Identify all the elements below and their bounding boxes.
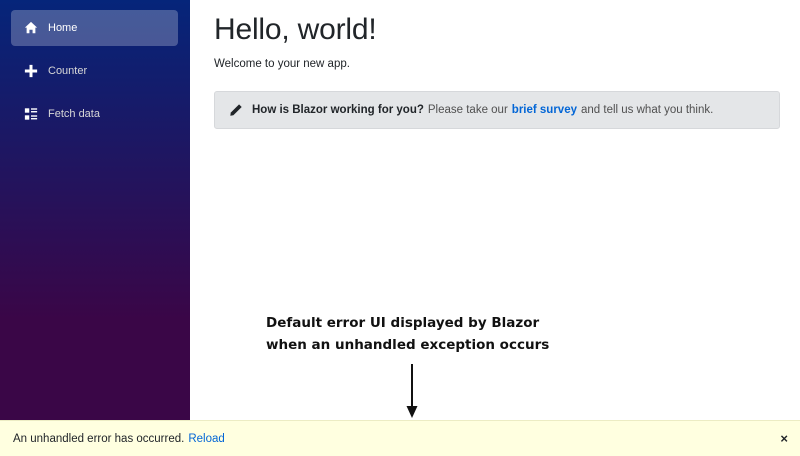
- survey-question: How is Blazor working for you?: [252, 104, 424, 116]
- sidebar-item-label: Counter: [48, 65, 88, 77]
- close-icon[interactable]: ×: [780, 431, 788, 446]
- sidebar-item-counter[interactable]: Counter: [11, 53, 178, 89]
- reload-link[interactable]: Reload: [188, 433, 224, 445]
- list-rich-icon: [24, 107, 38, 121]
- annotation-text: Default error UI displayed by Blazor whe…: [266, 312, 586, 356]
- error-ui-bar: An unhandled error has occurred. Reload …: [0, 420, 800, 456]
- page-title: Hello, world!: [214, 13, 377, 46]
- home-icon: [24, 21, 38, 35]
- sidebar-item-home[interactable]: Home: [11, 10, 178, 46]
- annotation-line-2: when an unhandled exception occurs: [266, 337, 550, 353]
- main-content: Hello, world! Welcome to your new app. H…: [190, 0, 800, 420]
- error-message: An unhandled error has occurred.: [13, 432, 185, 445]
- sidebar-item-label: Home: [48, 22, 78, 34]
- plus-icon: [24, 64, 38, 78]
- sidebar-item-fetch-data[interactable]: Fetch data: [11, 96, 178, 132]
- sidebar: Home Counter Fetch data: [0, 0, 190, 456]
- survey-text-suffix: and tell us what you think.: [581, 104, 714, 116]
- pencil-icon: [229, 103, 243, 117]
- arrow-down-icon: [404, 364, 420, 419]
- survey-prompt: How is Blazor working for you? Please ta…: [214, 91, 780, 129]
- app-window: Home Counter Fetch data Hello, world! We…: [0, 0, 800, 456]
- page-subtitle: Welcome to your new app.: [214, 58, 350, 70]
- annotation-line-1: Default error UI displayed by Blazor: [266, 315, 540, 331]
- survey-text-prefix: Please take our: [427, 104, 508, 116]
- survey-link[interactable]: brief survey: [512, 104, 577, 116]
- sidebar-item-label: Fetch data: [48, 108, 100, 120]
